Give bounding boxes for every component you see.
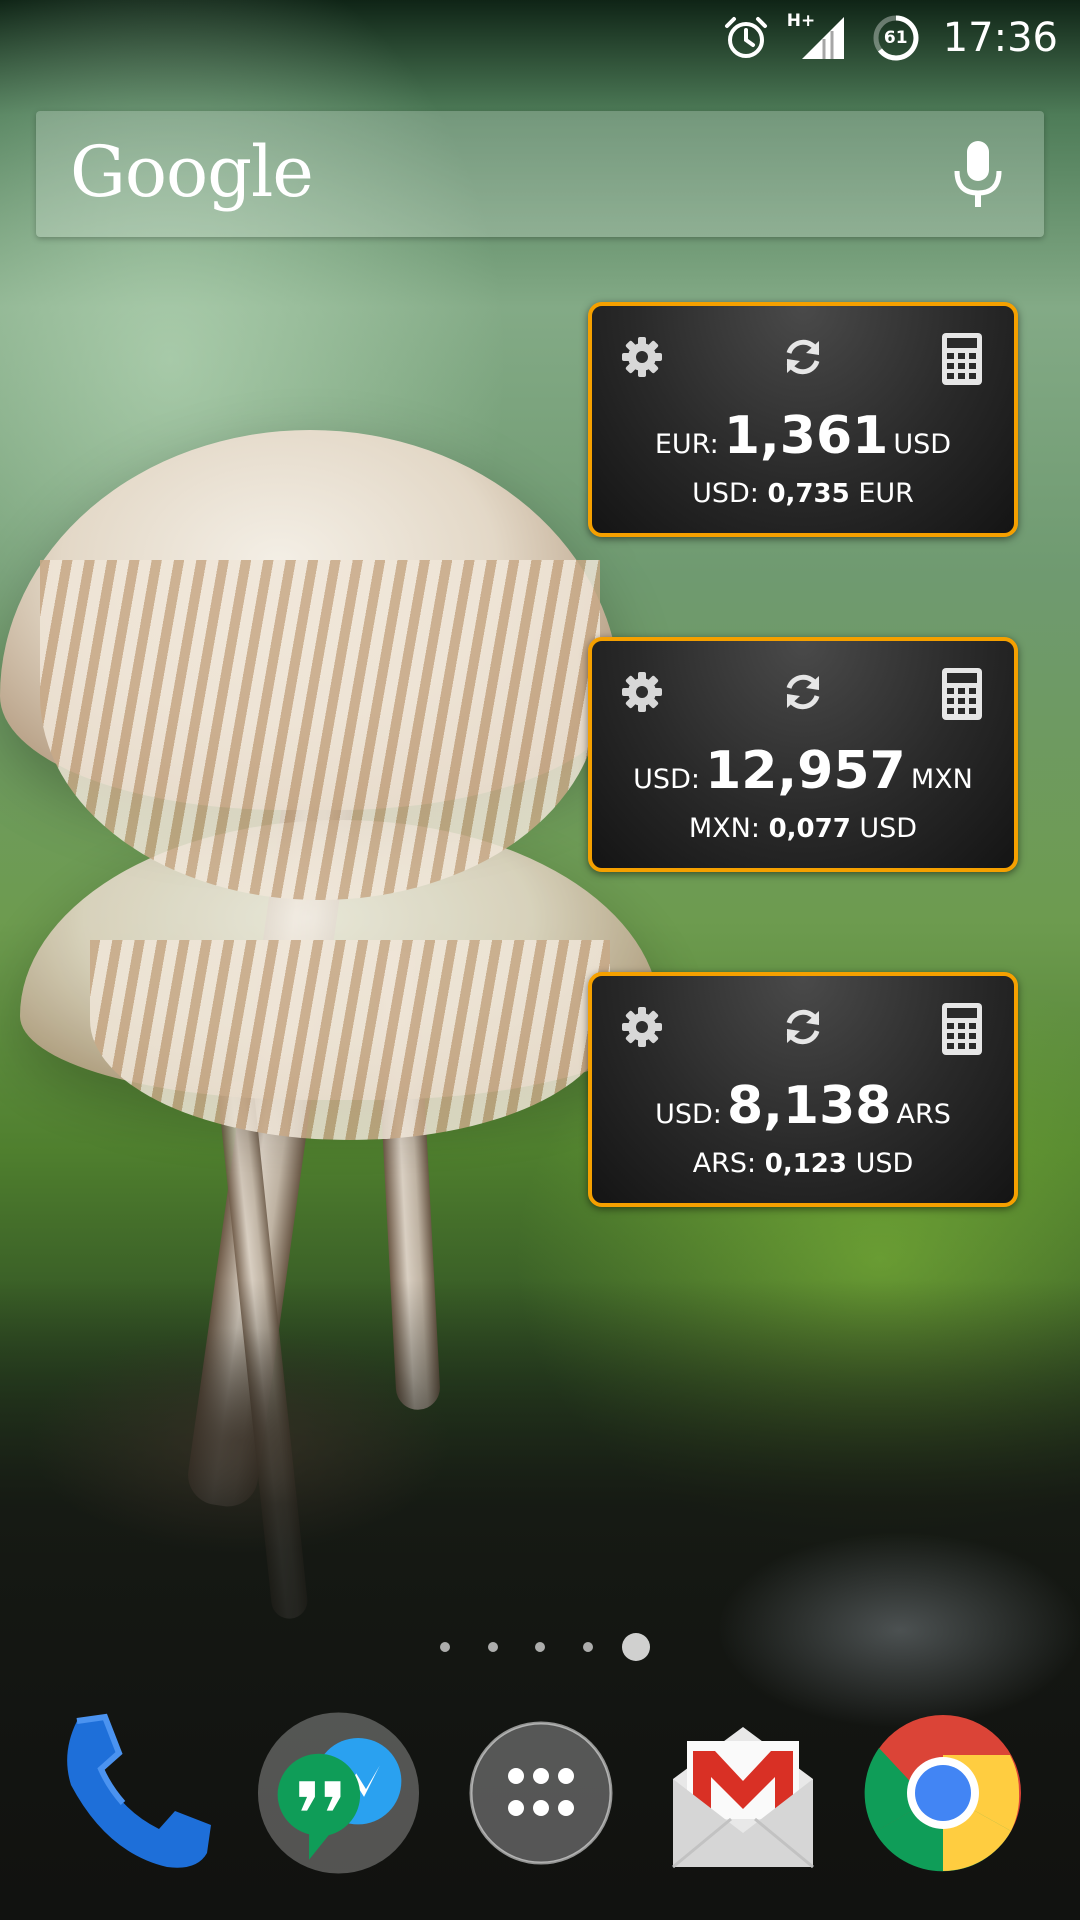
- exchange-rate-main: USD: 12,957 MXN: [592, 741, 1014, 801]
- network-type-label: H+: [786, 10, 816, 31]
- page-dot[interactable]: [440, 1642, 450, 1652]
- currency-widget-usd-mxn[interactable]: USD: 12,957 MXN MXN: 0,077 USD: [588, 637, 1018, 872]
- google-logo: Google: [70, 131, 314, 213]
- exchange-rate-inverse: ARS: 0,123 USD: [592, 1148, 1014, 1179]
- currency-widget-eur-usd[interactable]: EUR: 1,361 USD USD: 0,735 EUR: [588, 302, 1018, 537]
- currency-widget-usd-ars[interactable]: USD: 8,138 ARS ARS: 0,123 USD: [588, 972, 1018, 1207]
- base-currency: USD:: [655, 1099, 722, 1130]
- refresh-icon[interactable]: [779, 667, 827, 717]
- clock: 17:36: [942, 14, 1058, 61]
- inverse-base-currency: USD:: [692, 478, 759, 509]
- base-currency: USD:: [633, 764, 700, 795]
- phone-icon[interactable]: [54, 1710, 219, 1875]
- base-currency: EUR:: [654, 429, 719, 460]
- settings-gear-icon[interactable]: [618, 1002, 666, 1052]
- alarm-icon: [721, 13, 771, 63]
- inverse-rate-value: 0,735: [767, 479, 850, 509]
- calculator-icon[interactable]: [940, 332, 988, 385]
- page-dot[interactable]: [535, 1642, 545, 1652]
- hangouts-messenger-folder-icon[interactable]: [256, 1710, 421, 1875]
- signal-icon: H+: [787, 11, 849, 63]
- rate-value: 1,361: [723, 406, 889, 466]
- inverse-base-currency: MXN:: [688, 813, 760, 844]
- refresh-icon[interactable]: [779, 332, 827, 382]
- chrome-icon[interactable]: [860, 1710, 1025, 1875]
- page-dot-active[interactable]: [622, 1633, 650, 1661]
- inverse-quote-currency: USD: [859, 813, 918, 844]
- page-indicator[interactable]: [0, 1632, 1080, 1662]
- google-search-bar[interactable]: Google: [36, 111, 1044, 237]
- status-bar: H+ 61 17:36: [0, 0, 1080, 75]
- exchange-rate-main: EUR: 1,361 USD: [592, 406, 1014, 466]
- rate-value: 8,138: [726, 1076, 892, 1136]
- inverse-rate-value: 0,123: [764, 1149, 847, 1179]
- wallpaper-gills: [40, 560, 600, 900]
- refresh-icon[interactable]: [779, 1002, 827, 1052]
- settings-gear-icon[interactable]: [618, 332, 666, 382]
- quote-currency: ARS: [896, 1099, 951, 1130]
- rate-value: 12,957: [705, 741, 906, 801]
- wallpaper-gills: [90, 940, 610, 1140]
- page-dot[interactable]: [488, 1642, 498, 1652]
- quote-currency: MXN: [910, 764, 973, 795]
- exchange-rate-inverse: USD: 0,735 EUR: [592, 478, 1014, 509]
- quote-currency: USD: [893, 429, 952, 460]
- exchange-rate-inverse: MXN: 0,077 USD: [592, 813, 1014, 844]
- exchange-rate-main: USD: 8,138 ARS: [592, 1076, 1014, 1136]
- inverse-quote-currency: USD: [855, 1148, 914, 1179]
- page-dot[interactable]: [583, 1642, 593, 1652]
- inverse-rate-value: 0,077: [768, 814, 851, 844]
- microphone-icon[interactable]: [952, 139, 1004, 211]
- settings-gear-icon[interactable]: [618, 667, 666, 717]
- inverse-quote-currency: EUR: [858, 478, 914, 509]
- gmail-icon[interactable]: [660, 1710, 825, 1875]
- app-drawer-icon[interactable]: [458, 1710, 623, 1875]
- inverse-base-currency: ARS:: [692, 1148, 757, 1179]
- battery-icon: 61: [871, 13, 921, 63]
- calculator-icon[interactable]: [940, 1002, 988, 1055]
- battery-level: 61: [883, 27, 908, 48]
- calculator-icon[interactable]: [940, 667, 988, 720]
